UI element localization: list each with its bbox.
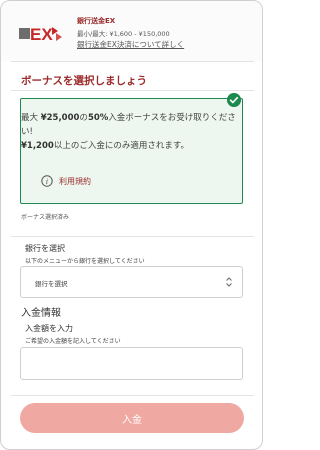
- bonus-percent: 50%: [87, 113, 109, 123]
- logo-text: EX: [30, 25, 53, 43]
- bonus-text-part: 以上のご入金にのみ適用されます。: [53, 141, 189, 151]
- bank-select-value: 銀行を選択: [35, 280, 68, 288]
- ex-logo-icon: EX: [19, 25, 62, 43]
- divider: [11, 236, 254, 237]
- divider: [11, 61, 254, 62]
- bonus-status-text: ボーナス選択済み: [21, 214, 70, 221]
- deposit-info-title: 入金情報: [21, 308, 61, 319]
- amount-input[interactable]: [20, 347, 243, 380]
- bonus-text-part: の: [79, 113, 88, 123]
- updown-chevron-icon: [226, 277, 232, 287]
- bonus-text-part: 最大: [21, 113, 41, 123]
- amount-hint: ご希望の入金額を記入してください: [25, 338, 121, 345]
- payment-method-title: 銀行送金EX: [77, 17, 116, 25]
- deposit-panel: EX 銀行送金EX 最小/最大: ¥1,600 - ¥150,000 銀行送金E…: [0, 0, 263, 450]
- terms-link[interactable]: 利用規約: [59, 176, 91, 187]
- divider: [11, 90, 254, 91]
- info-icon: i: [41, 175, 53, 187]
- deposit-limits: 最小/最大: ¥1,600 - ¥150,000: [77, 30, 170, 38]
- check-icon: [227, 93, 241, 107]
- deposit-button[interactable]: 入金: [20, 403, 244, 433]
- svg-text:i: i: [46, 178, 48, 186]
- divider: [11, 395, 254, 396]
- bonus-section-title: ボーナスを選択しましょう: [21, 75, 147, 87]
- amount-label: 入金額を入力: [25, 324, 73, 333]
- bank-select-hint: 以下のメニューから銀行を選択してください: [25, 258, 145, 265]
- bonus-min-deposit: ¥1,200: [21, 141, 54, 151]
- bank-select-label: 銀行を選択: [25, 244, 65, 253]
- bonus-description: 最大 ¥25,000の50%入金ボーナスをお受け取りください! ¥1,200以上…: [21, 111, 236, 153]
- payment-details-link[interactable]: 銀行送金EX決済について詳しく: [77, 39, 184, 50]
- bonus-max-amount: ¥25,000: [40, 113, 80, 123]
